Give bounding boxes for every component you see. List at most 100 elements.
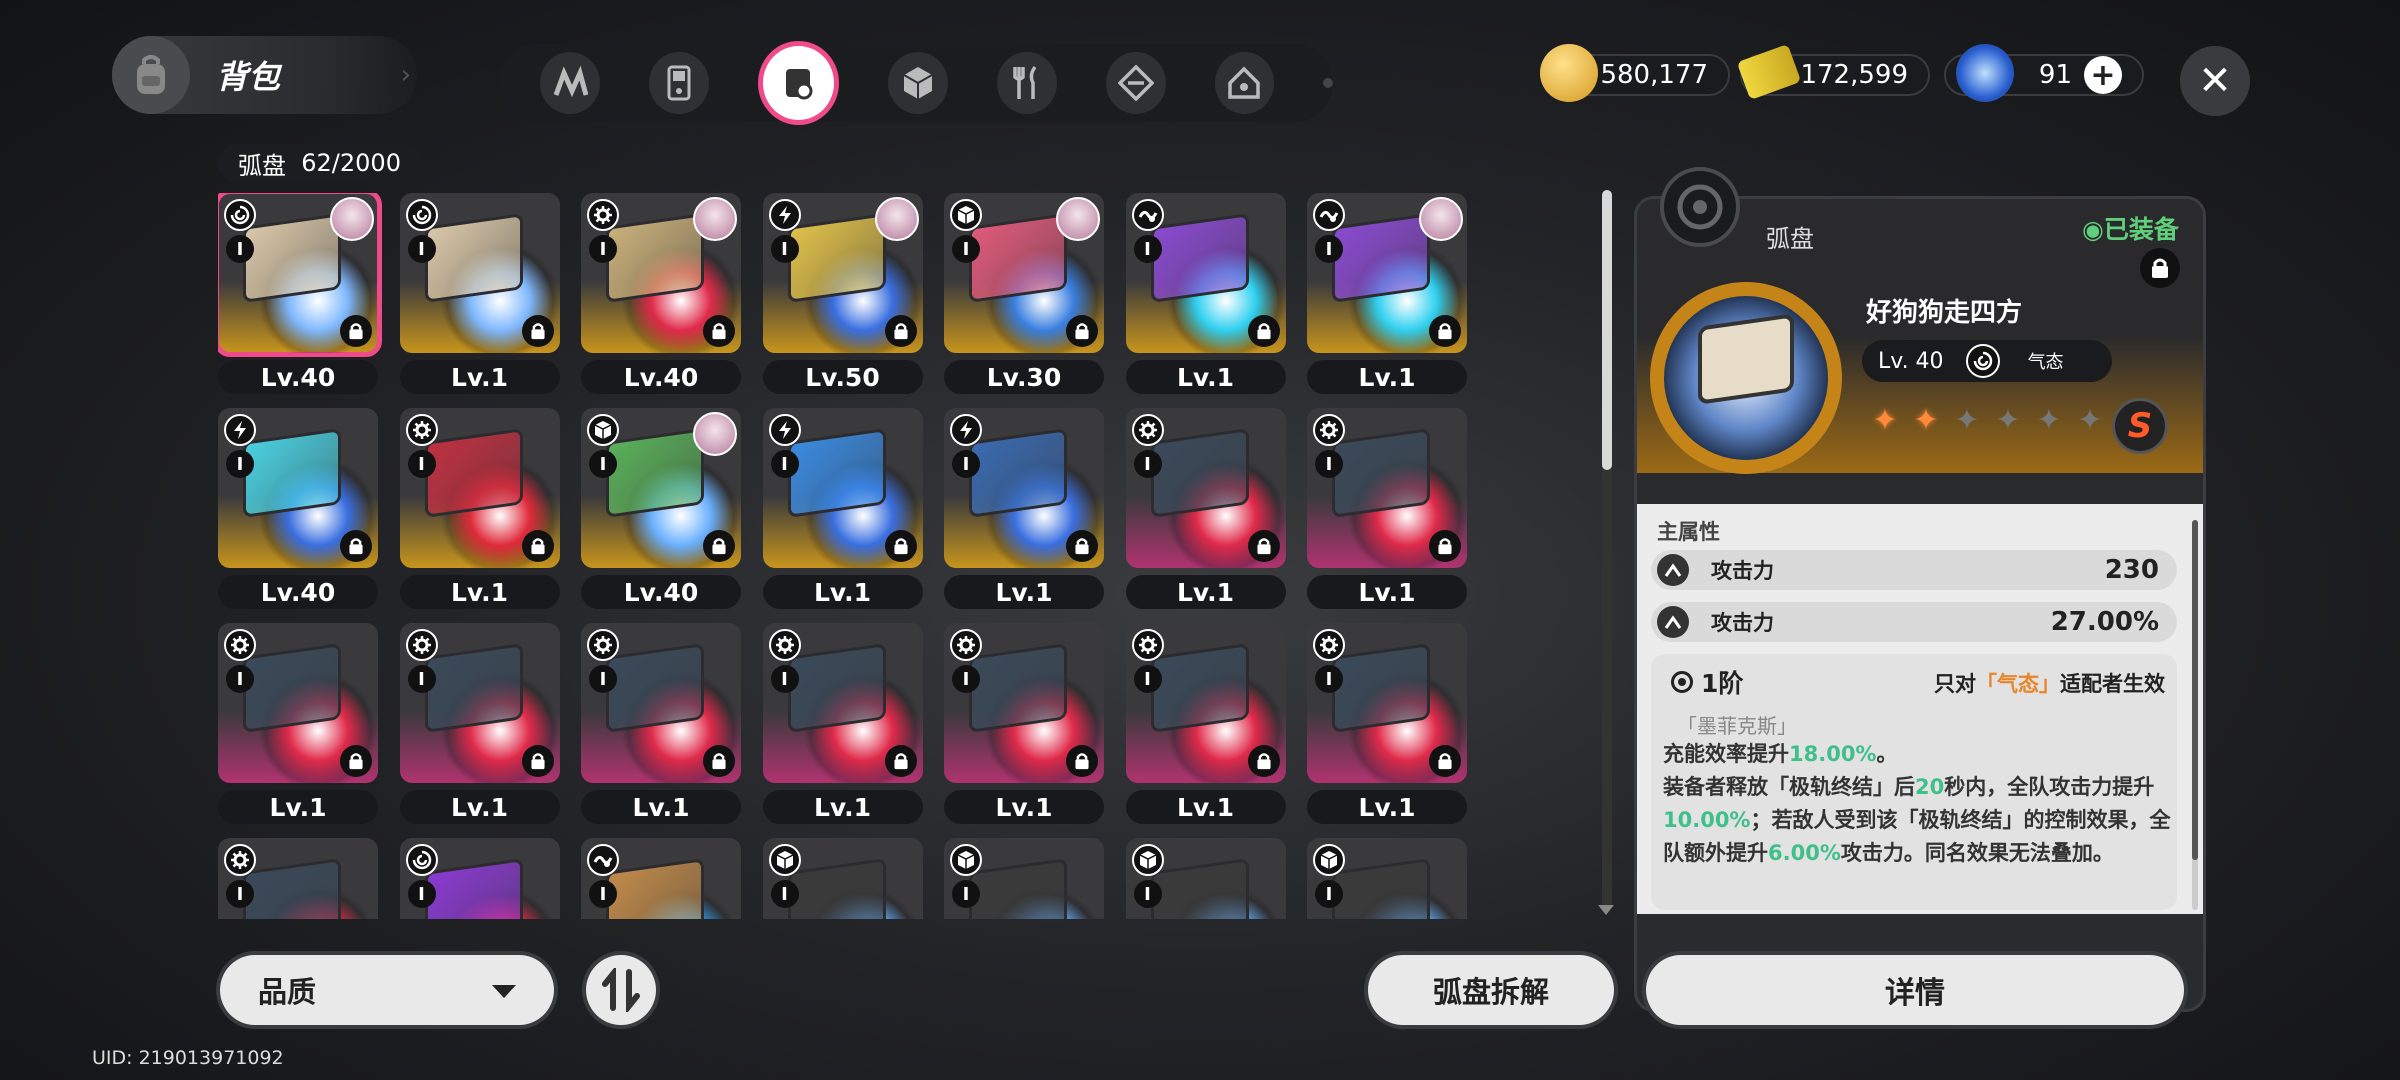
lock-icon[interactable] bbox=[1247, 745, 1280, 777]
gear-attribute-icon bbox=[405, 414, 438, 446]
close-button[interactable]: ✕ bbox=[2180, 46, 2250, 116]
disc-card[interactable]: I bbox=[399, 838, 560, 919]
disc-card[interactable]: I Lv.1 bbox=[1125, 623, 1286, 843]
tab-package[interactable] bbox=[1105, 52, 1166, 114]
disc-tile[interactable]: I bbox=[1307, 408, 1467, 568]
detail-lock-button[interactable] bbox=[2140, 248, 2180, 288]
disc-tile[interactable]: I bbox=[944, 193, 1104, 353]
disc-card[interactable]: I bbox=[944, 838, 1104, 919]
disc-tile[interactable]: I bbox=[218, 193, 382, 357]
sort-order-button[interactable] bbox=[586, 955, 656, 1025]
lock-icon[interactable] bbox=[1247, 315, 1280, 347]
disc-card[interactable]: I Lv.1 bbox=[762, 408, 923, 628]
disc-tile[interactable]: I bbox=[218, 408, 378, 568]
lock-icon[interactable] bbox=[884, 530, 917, 562]
disc-tile[interactable]: I bbox=[762, 623, 923, 783]
disc-tile[interactable]: I bbox=[1307, 623, 1467, 783]
lock-icon[interactable] bbox=[340, 315, 372, 347]
disc-card[interactable]: I Lv.30 bbox=[944, 193, 1104, 413]
disc-case-image bbox=[427, 646, 520, 730]
tab-home[interactable] bbox=[1214, 52, 1275, 114]
disc-tile[interactable]: I bbox=[581, 408, 741, 568]
lock-icon[interactable] bbox=[340, 745, 372, 777]
lock-icon[interactable] bbox=[521, 745, 554, 777]
disc-rank: I bbox=[1315, 665, 1343, 693]
lock-icon[interactable] bbox=[1429, 745, 1461, 777]
disc-tile[interactable]: I bbox=[581, 193, 741, 353]
disc-tile[interactable]: I bbox=[1125, 838, 1286, 919]
disc-tile[interactable]: I bbox=[399, 193, 560, 353]
disc-tile[interactable]: I bbox=[1307, 193, 1467, 353]
swirl-attribute-icon bbox=[224, 199, 256, 231]
disc-tile[interactable]: I bbox=[399, 408, 560, 568]
disc-card[interactable]: I Lv.1 bbox=[399, 193, 560, 413]
disc-card[interactable]: I Lv.1 bbox=[1125, 193, 1286, 413]
disc-card[interactable]: I Lv.1 bbox=[581, 623, 741, 843]
disc-tile[interactable]: I bbox=[1125, 623, 1286, 783]
disc-card[interactable]: I Lv.1 bbox=[1307, 408, 1467, 628]
disc-card[interactable]: I Lv.1 bbox=[762, 623, 923, 843]
disc-tile[interactable]: I bbox=[581, 623, 741, 783]
disc-card[interactable]: I Lv.40 bbox=[581, 193, 741, 413]
disc-card[interactable]: I Lv.50 bbox=[762, 193, 923, 413]
lock-icon[interactable] bbox=[1066, 315, 1098, 347]
details-button[interactable]: 详情 bbox=[1646, 955, 2184, 1025]
disc-card[interactable]: I Lv.1 bbox=[1307, 623, 1467, 843]
lock-icon[interactable] bbox=[1247, 530, 1280, 562]
disc-tile[interactable]: I bbox=[1125, 193, 1286, 353]
grid-scrollbar[interactable] bbox=[1602, 190, 1612, 910]
disc-card[interactable]: I Lv.40 bbox=[581, 408, 741, 628]
add-crystal-button[interactable]: + bbox=[2084, 56, 2122, 94]
disc-tile[interactable]: I bbox=[762, 408, 923, 568]
lock-icon[interactable] bbox=[1429, 530, 1461, 562]
disc-tile[interactable]: I bbox=[581, 838, 741, 919]
disc-card[interactable]: I Lv.1 bbox=[218, 623, 378, 843]
tab-module[interactable] bbox=[540, 52, 600, 114]
disc-tile[interactable]: I bbox=[1125, 408, 1286, 568]
detail-scrollbar-thumb[interactable] bbox=[2192, 520, 2198, 860]
disc-card[interactable]: I Lv.1 bbox=[1125, 408, 1286, 628]
detail-scrollbar[interactable] bbox=[2192, 520, 2198, 910]
tab-console[interactable] bbox=[648, 52, 709, 114]
lock-icon[interactable] bbox=[521, 315, 554, 347]
cube-attribute-icon bbox=[768, 844, 801, 876]
disc-card[interactable]: I bbox=[581, 838, 741, 919]
lock-icon[interactable] bbox=[703, 745, 735, 777]
lock-icon[interactable] bbox=[1066, 530, 1098, 562]
lock-icon[interactable] bbox=[1429, 315, 1461, 347]
disc-card[interactable]: I bbox=[762, 838, 923, 919]
disc-tile[interactable]: I bbox=[762, 193, 923, 353]
disc-card[interactable]: I bbox=[1125, 838, 1286, 919]
lock-icon[interactable] bbox=[703, 315, 735, 347]
disc-card[interactable]: I Lv.1 bbox=[399, 408, 560, 628]
disc-tile[interactable]: I bbox=[944, 623, 1104, 783]
disc-card[interactable]: I Lv.40 bbox=[218, 408, 378, 628]
disc-card[interactable]: I bbox=[218, 838, 378, 919]
lock-icon[interactable] bbox=[884, 745, 917, 777]
disc-card[interactable]: I Lv.1 bbox=[1307, 193, 1467, 413]
scrollbar-thumb[interactable] bbox=[1602, 190, 1612, 470]
lock-icon[interactable] bbox=[1066, 745, 1098, 777]
disc-tile[interactable]: I bbox=[1307, 838, 1467, 919]
disc-card[interactable]: I bbox=[1307, 838, 1467, 919]
tab-cube[interactable] bbox=[888, 52, 948, 114]
disc-tile[interactable]: I bbox=[944, 838, 1104, 919]
disc-tile[interactable]: I bbox=[399, 623, 560, 783]
tab-food[interactable] bbox=[996, 52, 1057, 114]
disc-card[interactable]: I Lv.1 bbox=[944, 408, 1104, 628]
disc-tile[interactable]: I bbox=[944, 408, 1104, 568]
tab-disc[interactable] bbox=[757, 41, 840, 125]
quality-dropdown[interactable]: 品质 bbox=[220, 955, 554, 1025]
lock-icon[interactable] bbox=[703, 530, 735, 562]
disc-card[interactable]: I Lv.1 bbox=[399, 623, 560, 843]
lock-icon[interactable] bbox=[884, 315, 917, 347]
disc-tile[interactable]: I bbox=[399, 838, 560, 919]
lock-icon[interactable] bbox=[521, 530, 554, 562]
dismantle-button[interactable]: 弧盘拆解 bbox=[1368, 955, 1614, 1025]
disc-tile[interactable]: I bbox=[218, 623, 378, 783]
disc-card[interactable]: I Lv.1 bbox=[944, 623, 1104, 843]
lock-icon[interactable] bbox=[340, 530, 372, 562]
disc-tile[interactable]: I bbox=[218, 838, 378, 919]
disc-card[interactable]: I Lv.40 bbox=[218, 193, 382, 413]
disc-tile[interactable]: I bbox=[762, 838, 923, 919]
